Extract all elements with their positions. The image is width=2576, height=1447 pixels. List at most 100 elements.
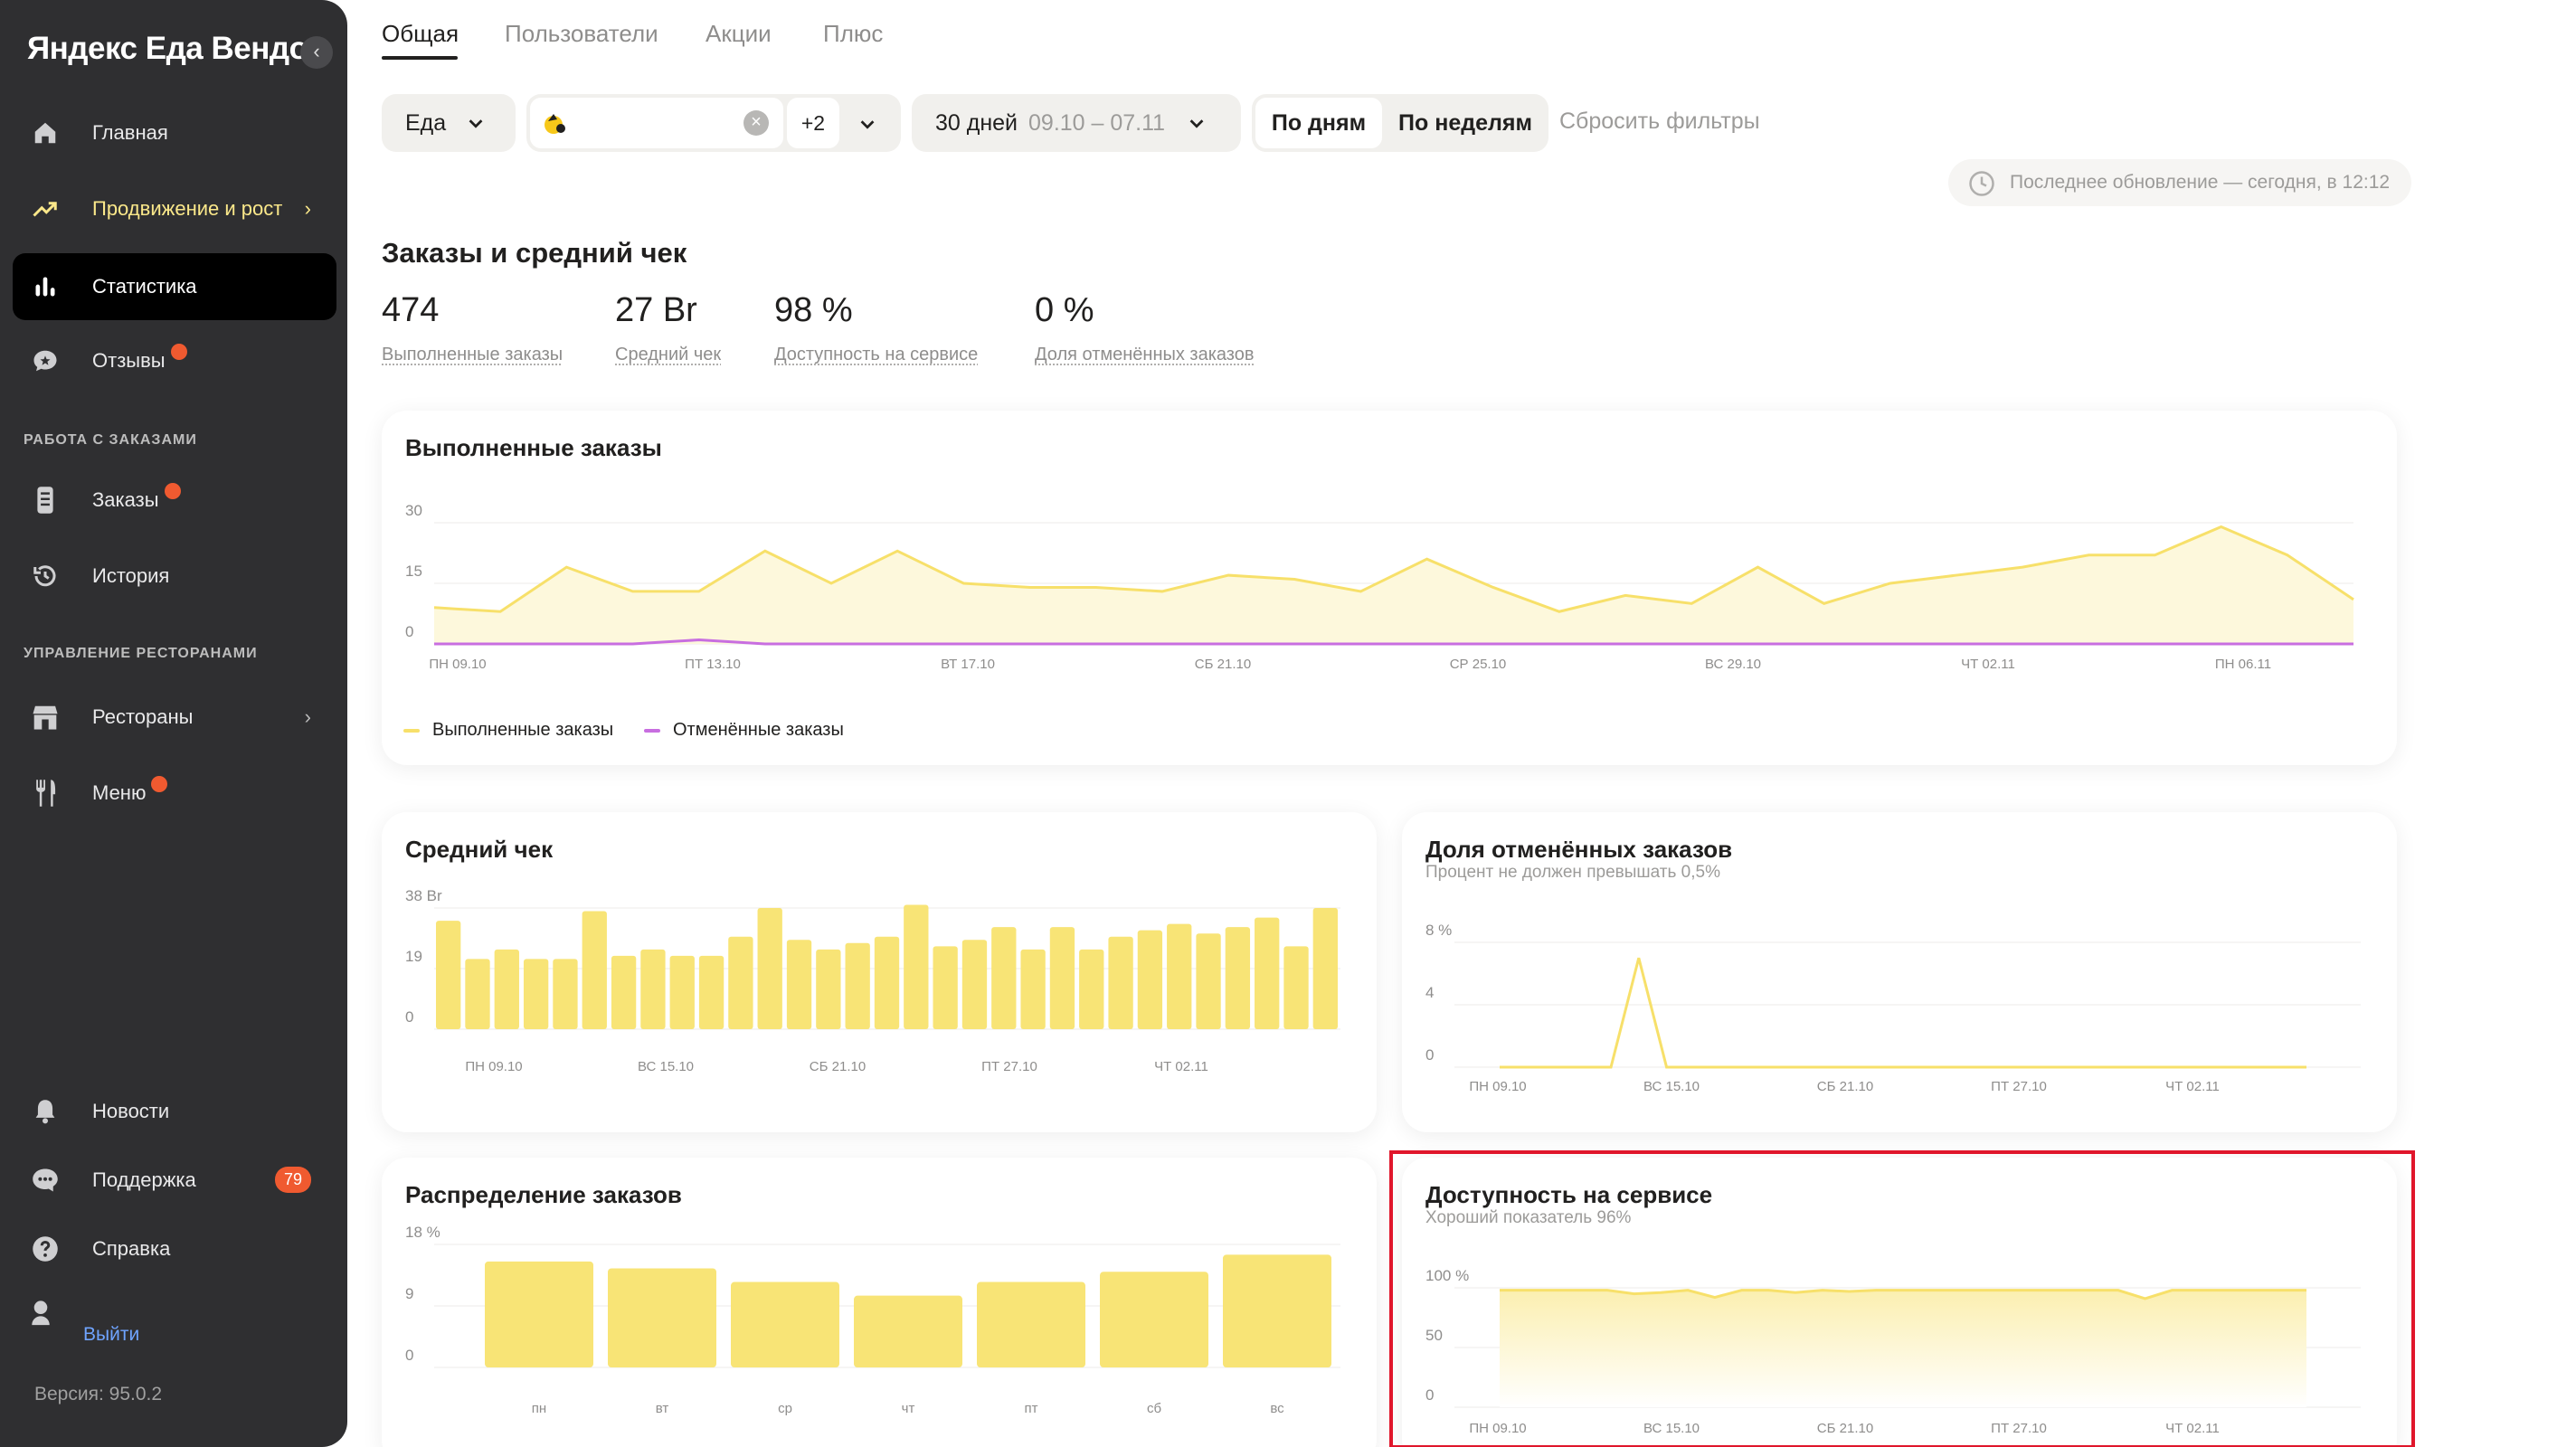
- section-orders: РАБОТА С ЗАКАЗАМИ: [24, 432, 197, 448]
- history-icon: [25, 563, 65, 590]
- bar: [1225, 927, 1251, 1029]
- sidebar-item-label: Главная: [92, 121, 168, 144]
- tab-promotions[interactable]: Акции: [706, 20, 772, 48]
- logout-link[interactable]: Выйти: [83, 1324, 139, 1346]
- fork-knife-icon: [25, 779, 65, 808]
- reset-filters-button[interactable]: Сбросить фильтры: [1559, 109, 1760, 135]
- metric-label[interactable]: Доступность на сервисе: [774, 345, 978, 365]
- bar: [1167, 923, 1192, 1029]
- sidebar-item-home[interactable]: Главная: [13, 99, 336, 166]
- restaurant-select[interactable]: × +2: [526, 94, 901, 152]
- orders-icon: [25, 486, 65, 515]
- x-tick-label: ПН 09.10: [1469, 1421, 1526, 1436]
- legend-swatch: [644, 728, 660, 733]
- sidebar-item-help[interactable]: Справка: [13, 1215, 336, 1282]
- bar: [698, 955, 724, 1029]
- bar: [1223, 1254, 1331, 1367]
- y-tick-label: 9: [405, 1285, 413, 1302]
- home-icon: [25, 119, 65, 147]
- sidebar-item-label: Рестораны: [92, 705, 194, 728]
- bar: [961, 940, 988, 1029]
- avg-check-card: Средний чек 38 Br 19 0 ПН 09.10 ВС 15.10 СБ 2…: [382, 812, 1377, 1132]
- last-updated-badge: Последнее обновление — сегодня, в 12:12: [1948, 159, 2412, 206]
- y-tick-label: 0: [405, 623, 413, 640]
- y-tick-label: 30: [405, 502, 422, 519]
- legend-swatch: [403, 728, 420, 733]
- sidebar-item-history[interactable]: История: [13, 543, 336, 610]
- by-weeks-button[interactable]: По неделям: [1389, 98, 1541, 148]
- by-days-button[interactable]: По дням: [1255, 98, 1382, 148]
- y-tick-label: 8 %: [1425, 922, 1452, 939]
- tab-active-indicator: [382, 56, 458, 60]
- sidebar-item-label: Новости: [92, 1100, 170, 1122]
- clock-icon: [1969, 171, 1994, 196]
- sidebar-item-news[interactable]: Новости: [13, 1078, 336, 1145]
- x-tick-label: пн: [532, 1401, 546, 1416]
- cancel-share-chart: 8 % 4 0 ПН 09.10 ВС 15.10 СБ 21.10 ПТ 27.10 ЧТ …: [1425, 922, 2361, 1094]
- bar: [485, 1261, 593, 1367]
- sidebar-item-support[interactable]: Поддержка 79: [13, 1147, 336, 1214]
- chat-icon: [25, 1168, 65, 1193]
- sidebar-item-label: Поддержка: [92, 1168, 196, 1191]
- x-tick-label: ВС 15.10: [1643, 1079, 1700, 1094]
- bar: [728, 936, 753, 1029]
- sidebar-item-statistics[interactable]: Статистика: [13, 253, 336, 320]
- bar: [1312, 908, 1338, 1029]
- distribution-card: Распределение заказов 18 % 9 0 пн вт ср чт пт сб…: [382, 1158, 1377, 1447]
- chevron-left-icon[interactable]: ‹: [300, 36, 333, 69]
- bar: [669, 955, 695, 1029]
- bar: [731, 1281, 839, 1367]
- y-tick-label: 19: [405, 948, 422, 965]
- x-tick-label: ПТ 27.10: [1991, 1421, 2047, 1436]
- sidebar-item-restaurants[interactable]: Рестораны ›: [13, 684, 336, 751]
- section-restaurants: УПРАВЛЕНИЕ РЕСТОРАНАМИ: [24, 646, 258, 661]
- brand-logo: Яндекс Еда Вендор: [27, 31, 327, 66]
- sidebar-item-orders[interactable]: Заказы: [13, 467, 336, 534]
- bar: [1137, 930, 1163, 1029]
- metric-label[interactable]: Доля отменённых заказов: [1035, 345, 1255, 365]
- bar: [977, 1281, 1085, 1367]
- distribution-chart: 18 % 9 0 пн вт ср чт пт сб вс: [405, 1224, 1340, 1416]
- tab-users[interactable]: Пользователи: [505, 20, 658, 48]
- tab-general[interactable]: Общая: [382, 20, 459, 48]
- sidebar-item-menu[interactable]: Меню: [13, 760, 336, 827]
- x-tick-label: чт: [902, 1401, 915, 1416]
- trend-up-icon: [25, 195, 65, 222]
- restaurant-logo-icon: [545, 114, 565, 134]
- sidebar-item-promotion[interactable]: Продвижение и рост ›: [13, 175, 336, 242]
- x-tick-label: ПН 09.10: [465, 1059, 522, 1074]
- bell-icon: [25, 1098, 65, 1125]
- tab-plus[interactable]: Плюс: [823, 20, 883, 48]
- chevron-down-icon: [1189, 119, 1204, 128]
- bar: [640, 949, 666, 1029]
- metric-label[interactable]: Выполненные заказы: [382, 345, 563, 365]
- bar: [1049, 927, 1075, 1029]
- bar: [465, 959, 490, 1029]
- x-tick-label: ВТ 17.10: [941, 657, 995, 672]
- x-tick-label: СБ 21.10: [1817, 1079, 1873, 1094]
- sidebar-item-reviews[interactable]: Отзывы: [13, 327, 336, 394]
- bar: [1020, 949, 1046, 1029]
- avg-check-chart: 38 Br 19 0 ПН 09.10 ВС 15.10 СБ 21.10 ПТ 27.10…: [405, 887, 1340, 1074]
- x-tick-label: ПТ 27.10: [981, 1059, 1037, 1074]
- y-tick-label: 0: [1425, 1386, 1434, 1404]
- metric-availability: 98 % Доступность на сервисе: [774, 291, 979, 365]
- clear-icon[interactable]: ×: [743, 110, 769, 136]
- more-restaurants-badge[interactable]: +2: [787, 98, 839, 148]
- y-tick-label: 15: [405, 563, 422, 580]
- series-line: [1500, 957, 2306, 1069]
- metric-label[interactable]: Средний чек: [615, 345, 721, 365]
- x-tick-label: ВС 15.10: [1643, 1421, 1700, 1436]
- period-select[interactable]: 30 дней 09.10 – 07.11: [912, 94, 1241, 152]
- availability-chart: 100 % 50 0 ПН 09.10 ВС 15.10 СБ 21.10 ПТ 27.10…: [1425, 1267, 2361, 1436]
- y-tick-label: 100 %: [1425, 1267, 1469, 1284]
- y-tick-label: 0: [405, 1347, 413, 1364]
- bar: [436, 921, 461, 1029]
- main-content: Общая Пользователи Акции Плюс Еда × +2 3…: [347, 0, 2576, 1447]
- x-tick-label: ЧТ 02.11: [2165, 1079, 2220, 1094]
- service-select[interactable]: Еда: [382, 94, 516, 152]
- legend-cancelled: Отменённые заказы: [644, 720, 844, 741]
- user-icon: [27, 1299, 54, 1334]
- completed-orders-card: Выполненные заказы 30 15 0 ПН 09.10 ПТ 13.10…: [382, 411, 2397, 765]
- x-tick-label: ВС 15.10: [638, 1059, 694, 1074]
